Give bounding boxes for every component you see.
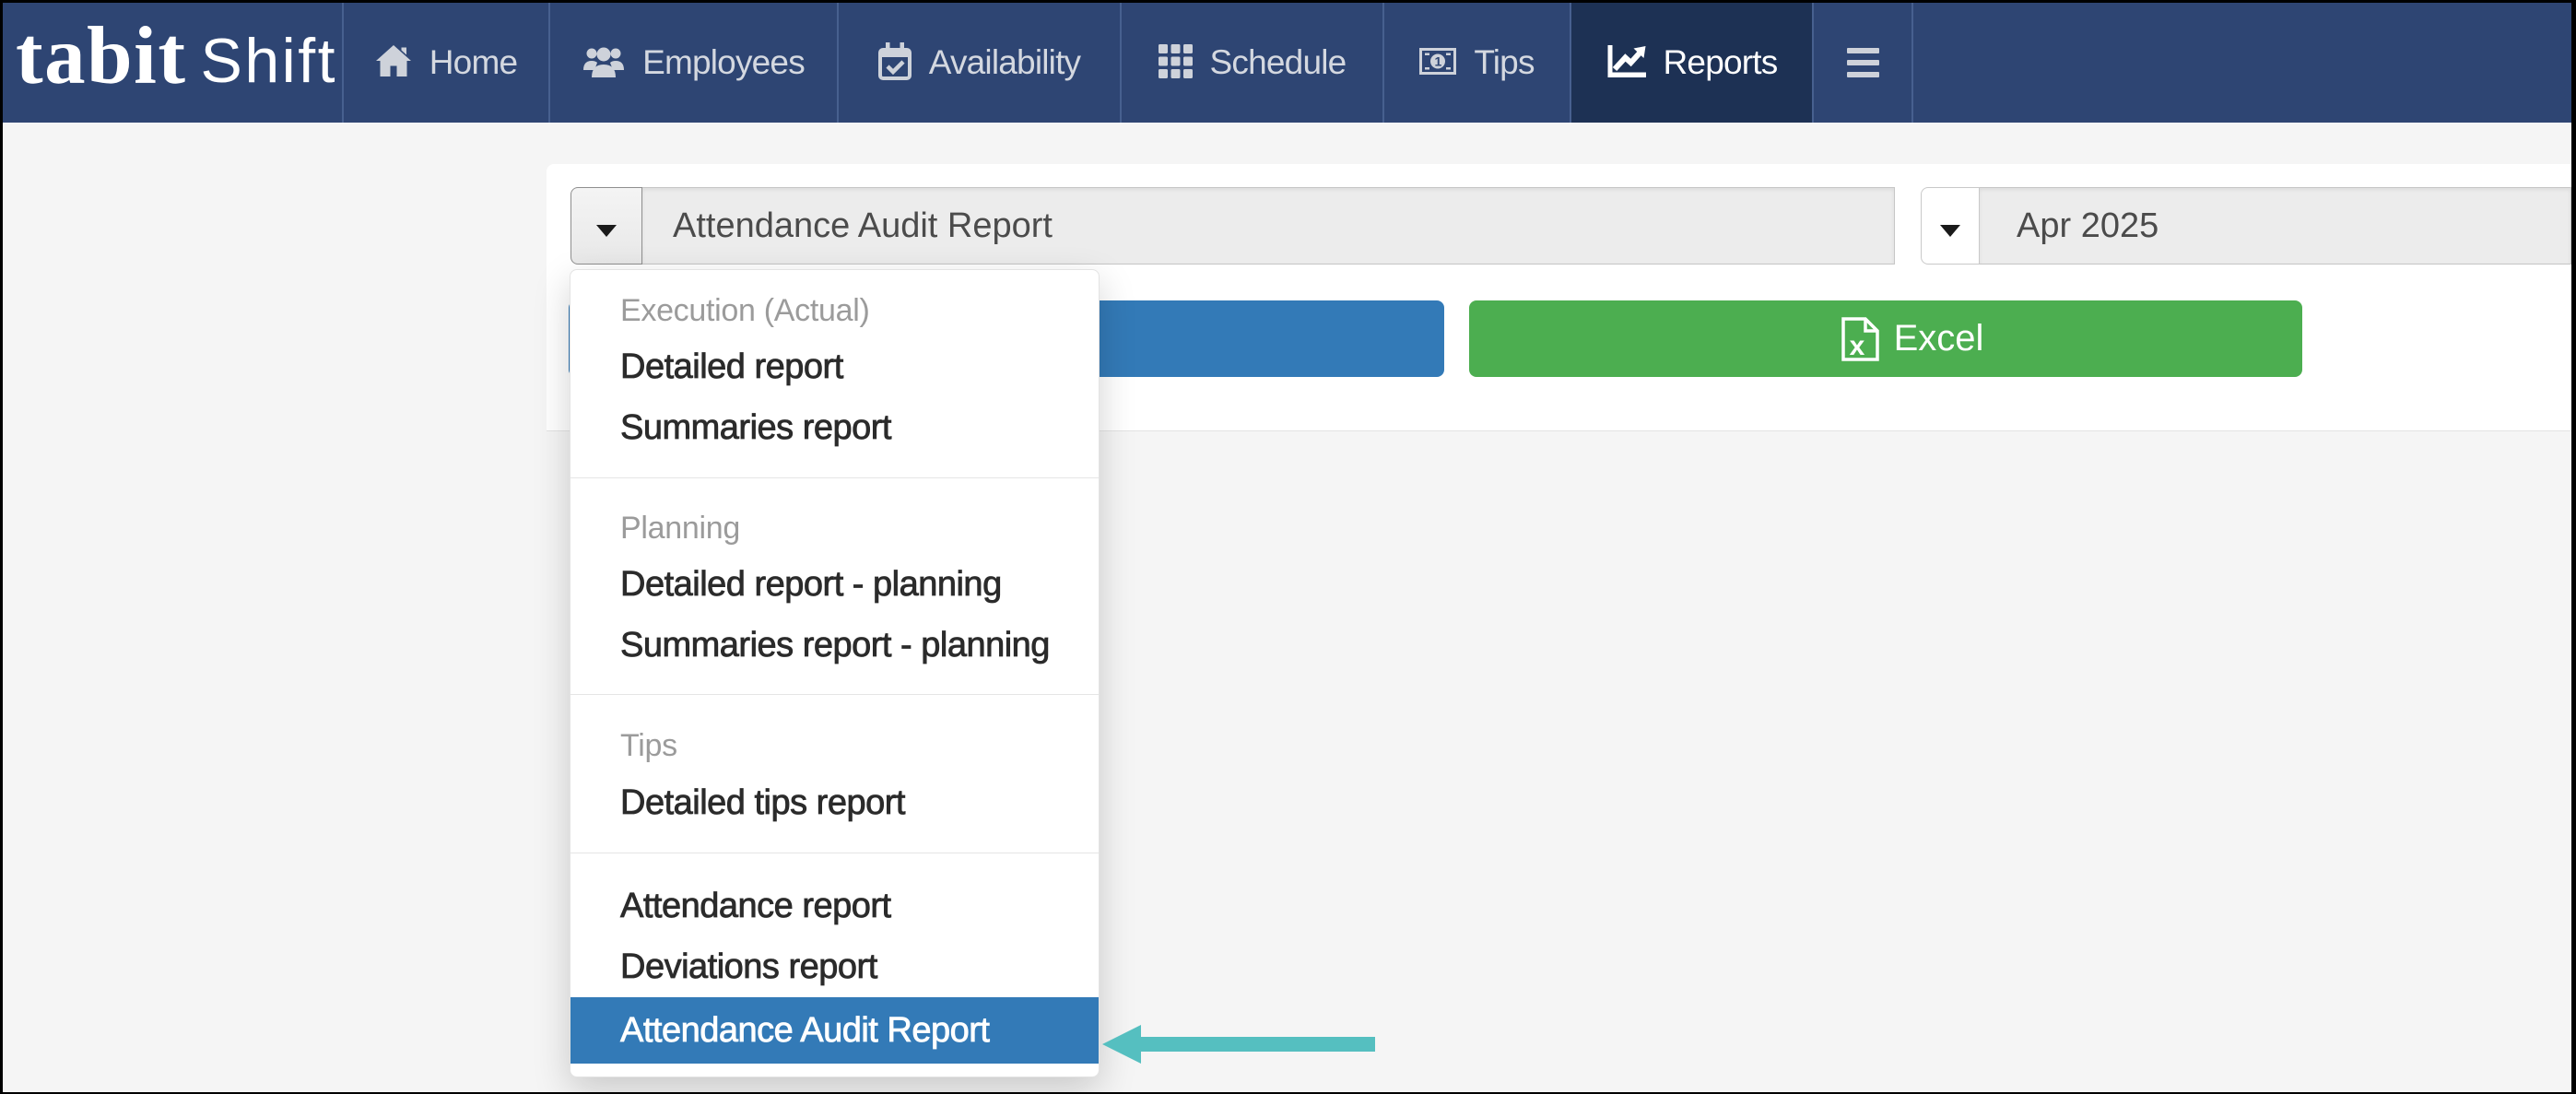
svg-text:1: 1: [1435, 53, 1442, 68]
svg-text:x: x: [1849, 331, 1864, 361]
